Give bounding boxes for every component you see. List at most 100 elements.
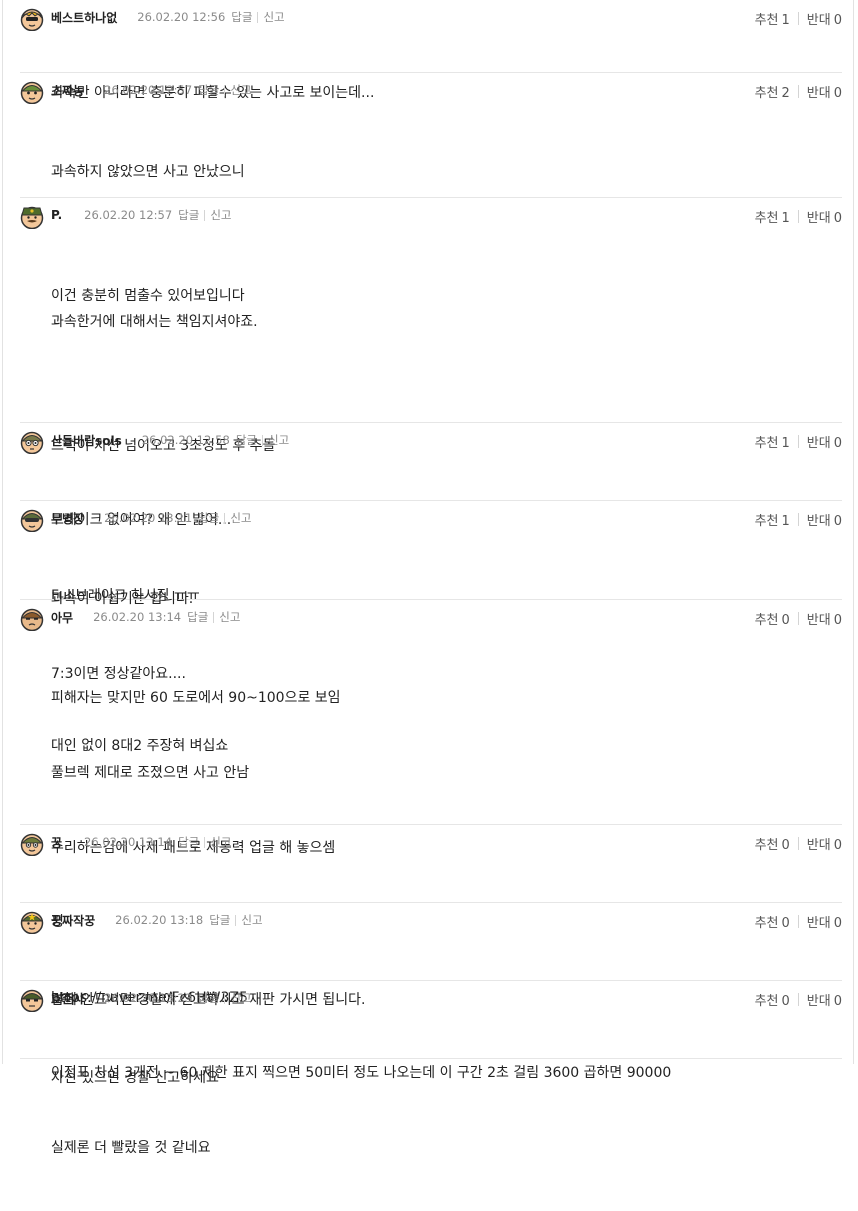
divider: [257, 11, 259, 23]
comment-nickname[interactable]: 꿍짜작꿍: [51, 912, 95, 929]
reply-link[interactable]: 답글: [231, 9, 252, 25]
reply-link[interactable]: 답글: [198, 82, 219, 98]
comment-item: 산들바람sols 26.02.20 12:58 답글 신고 추천 1 반대 0 브레…: [20, 423, 842, 528]
recommend-label: 추천: [754, 86, 779, 101]
avatar-face-icon[interactable]: [20, 205, 44, 229]
reply-link[interactable]: 답글: [178, 207, 199, 223]
comment-list: 베스트하나없 26.02.20 12:56 답글 신고 추천 1 반대 0 과속만 …: [20, 0, 842, 1156]
recommend-count: 2: [781, 86, 790, 101]
reply-link[interactable]: 답글: [187, 609, 208, 625]
oppose-button[interactable]: 반대 0: [807, 912, 842, 931]
recommend-count: 1: [781, 13, 790, 28]
recommend-button[interactable]: 추천 0: [755, 834, 790, 853]
report-link[interactable]: 신고: [230, 510, 251, 526]
reply-link[interactable]: 답글: [198, 510, 219, 526]
avatar-face-icon[interactable]: [20, 607, 44, 631]
comment-nickname[interactable]: 산들바람sols: [51, 432, 122, 449]
report-link[interactable]: 신고: [219, 609, 240, 625]
oppose-count: 0: [833, 436, 842, 451]
report-link[interactable]: 신고: [263, 9, 284, 25]
avatar-face-icon[interactable]: [20, 80, 44, 104]
oppose-button[interactable]: 반대 0: [807, 834, 842, 853]
comment-date: 26.02.20 13:14: [93, 610, 182, 624]
avatar-face-icon[interactable]: [20, 508, 44, 532]
comment-nickname[interactable]: 초짜농: [51, 82, 84, 99]
comment-nickname[interactable]: 꿍: [51, 834, 62, 851]
oppose-button[interactable]: 반대 0: [807, 207, 842, 226]
recommend-button[interactable]: 추천 0: [755, 912, 790, 931]
recommend-button[interactable]: 추천 1: [755, 432, 790, 451]
recommend-button[interactable]: 추천 1: [755, 9, 790, 28]
oppose-label: 반대: [806, 514, 831, 529]
avatar-face-icon[interactable]: [20, 910, 44, 934]
recommend-label: 추천: [754, 436, 779, 451]
reply-link[interactable]: 답글: [198, 990, 219, 1006]
recommend-count: 0: [781, 994, 790, 1009]
oppose-button[interactable]: 반대 0: [807, 82, 842, 101]
comment-nickname[interactable]: 호준사: [51, 990, 84, 1007]
recommend-label: 추천: [754, 13, 779, 28]
comment-item: P. 26.02.20 12:57 답글 신고 추천 1 반대 0 이건 충분히 멈…: [20, 198, 842, 754]
comment-nickname[interactable]: 베스트하나없: [51, 9, 117, 26]
report-link[interactable]: 신고: [241, 912, 262, 928]
oppose-count: 0: [833, 514, 842, 529]
recommend-count: 0: [781, 613, 790, 628]
comment-item: 무병장 26.02.20 13:11 답글 신고 추천 1 반대 0 과속이 아쉽기…: [20, 501, 842, 682]
divider: [224, 512, 226, 524]
divider: [797, 993, 799, 1006]
comment-date: 26.02.20 13:11: [104, 511, 193, 525]
report-link[interactable]: 신고: [268, 432, 289, 448]
divider: [224, 992, 226, 1004]
avatar-face-icon[interactable]: [20, 430, 44, 454]
report-link[interactable]: 신고: [230, 82, 251, 98]
report-link[interactable]: 신고: [210, 834, 231, 850]
comment-item: 초짜농 26.02.20 12:57 답글 신고 추천 2 반대 0 과속하지 않았…: [20, 73, 842, 330]
recommend-count: 1: [781, 514, 790, 529]
oppose-count: 0: [833, 838, 842, 853]
recommend-button[interactable]: 추천 0: [755, 990, 790, 1009]
recommend-button[interactable]: 추천 1: [755, 207, 790, 226]
avatar-face-icon[interactable]: [20, 7, 44, 31]
reply-link[interactable]: 답글: [178, 834, 199, 850]
divider: [224, 84, 226, 96]
avatar-face-icon[interactable]: [20, 988, 44, 1012]
divider: [262, 434, 263, 446]
recommend-label: 추천: [754, 916, 779, 931]
comment-date: 26.02.20 12:58: [141, 433, 230, 447]
oppose-button[interactable]: 반대 0: [807, 432, 842, 451]
recommend-button[interactable]: 추천 2: [755, 82, 790, 101]
divider: [797, 612, 799, 625]
comment-item: 아무 26.02.20 13:14 답글 신고 추천 0 반대 0 피해자는 맞지만…: [20, 600, 842, 1156]
recommend-button[interactable]: 추천 1: [755, 510, 790, 529]
divider: [797, 837, 799, 850]
comment-nickname[interactable]: P.: [51, 208, 62, 222]
oppose-button[interactable]: 반대 0: [807, 9, 842, 28]
divider: [797, 435, 799, 448]
report-link[interactable]: 신고: [210, 207, 231, 223]
comment-nickname[interactable]: 무병장: [51, 510, 84, 527]
oppose-count: 0: [833, 86, 842, 101]
recommend-label: 추천: [754, 211, 779, 226]
report-link[interactable]: 신고: [230, 990, 251, 1006]
divider: [204, 836, 206, 848]
oppose-button[interactable]: 반대 0: [807, 510, 842, 529]
comment-line: 풀브렉 제대로 조졌으면 사고 안남: [51, 765, 250, 781]
reply-link[interactable]: 답글: [236, 432, 257, 448]
oppose-button[interactable]: 반대 0: [807, 990, 842, 1009]
divider: [797, 210, 799, 223]
reply-link[interactable]: 답글: [209, 912, 230, 928]
comment-date: 26.02.20 12:56: [137, 10, 226, 24]
divider: [797, 85, 799, 98]
comment-body: 자신 있으면 경찰 신고하세요: [51, 1016, 219, 1141]
recommend-button[interactable]: 추천 0: [755, 609, 790, 628]
oppose-button[interactable]: 반대 0: [807, 609, 842, 628]
oppose-count: 0: [833, 916, 842, 931]
comment-line: 이건 충분히 멈출수 있어보입니다: [51, 288, 245, 304]
comment-line: [51, 359, 275, 384]
recommend-label: 추천: [754, 838, 779, 853]
recommend-count: 0: [781, 916, 790, 931]
divider: [204, 209, 206, 221]
comment-nickname[interactable]: 아무: [51, 609, 73, 626]
avatar-face-icon[interactable]: [20, 832, 44, 856]
comment-date: 26.02.20 13:14: [84, 835, 173, 849]
